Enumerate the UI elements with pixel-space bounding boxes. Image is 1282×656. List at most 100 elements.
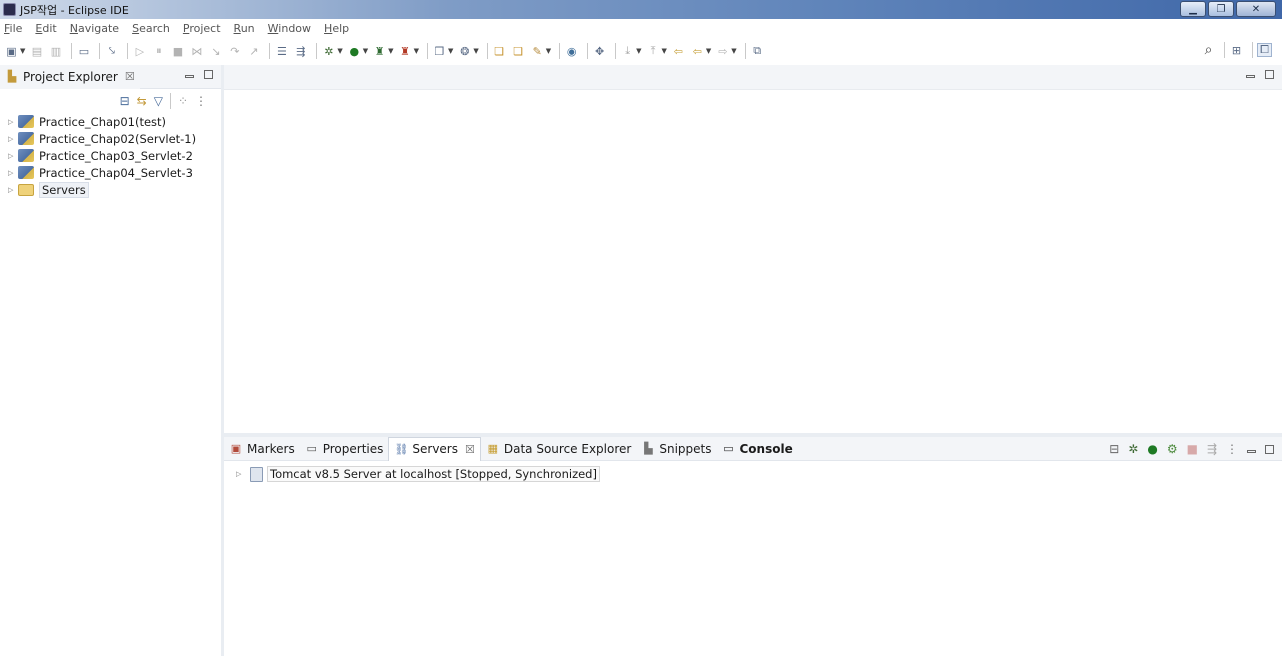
- focus-icon[interactable]: ⁘: [178, 94, 188, 108]
- close-icon[interactable]: ☒: [465, 443, 475, 456]
- expand-arrow-icon[interactable]: ▷: [8, 169, 18, 177]
- annotation-dropdown-icon[interactable]: ▼: [546, 47, 551, 55]
- back-icon[interactable]: ⇦: [690, 44, 705, 58]
- last-edit-dropdown-icon[interactable]: ▼: [636, 47, 641, 55]
- ant-icon[interactable]: ✥: [592, 44, 607, 58]
- last-edit-icon[interactable]: ⤓: [620, 44, 635, 58]
- new-package-icon[interactable]: ❂: [457, 44, 472, 58]
- forward-dropdown-icon[interactable]: ▼: [731, 47, 736, 55]
- new-icon[interactable]: ▣: [4, 44, 19, 58]
- tree-item[interactable]: ▷ Practice_Chap04_Servlet-3: [8, 164, 221, 181]
- minimize-view-icon[interactable]: [1247, 450, 1256, 453]
- previous-edit-dropdown-icon[interactable]: ▼: [662, 47, 667, 55]
- eclipse-app-icon[interactable]: [3, 3, 16, 16]
- next-annotation-icon[interactable]: ✎: [530, 44, 545, 58]
- menu-run[interactable]: Run: [234, 22, 255, 35]
- step-over-icon[interactable]: ↷: [227, 44, 242, 58]
- close-button[interactable]: ✕: [1236, 1, 1276, 17]
- save-icon[interactable]: ▤: [29, 44, 44, 58]
- new-package-dropdown-icon[interactable]: ▼: [473, 47, 478, 55]
- skip-breakpoints-icon[interactable]: ⤥: [104, 44, 119, 58]
- resume-icon[interactable]: ▷: [132, 44, 147, 58]
- web-project-icon: [18, 166, 34, 179]
- maximize-view-icon[interactable]: [204, 70, 213, 79]
- use-step-filters-icon[interactable]: ⇶: [293, 44, 308, 58]
- run-last-tool-icon[interactable]: ♜: [372, 44, 387, 58]
- minimize-button[interactable]: ▁: [1180, 1, 1206, 17]
- pin-editor-icon[interactable]: ⧉: [750, 44, 765, 58]
- tab-properties[interactable]: ▭ Properties: [300, 437, 389, 461]
- tab-project-explorer[interactable]: ▙ Project Explorer ☒: [0, 64, 140, 89]
- new-server-dropdown-icon[interactable]: ▼: [448, 47, 453, 55]
- server-tree-item[interactable]: ▷ Tomcat v8.5 Server at localhost [Stopp…: [224, 464, 1282, 484]
- previous-edit-icon[interactable]: ⤒: [646, 44, 661, 58]
- tab-snippets[interactable]: ▙ Snippets: [636, 437, 716, 461]
- drop-to-frame-icon[interactable]: ☰: [274, 44, 289, 58]
- maximize-view-icon[interactable]: [1265, 444, 1274, 454]
- minimize-view-icon[interactable]: [1246, 75, 1255, 78]
- expand-arrow-icon[interactable]: ▷: [8, 152, 18, 160]
- publish-icon[interactable]: ⇶: [1207, 442, 1217, 456]
- tab-console[interactable]: ▭ Console: [716, 437, 797, 461]
- menu-edit[interactable]: Edit: [35, 22, 56, 35]
- globe-icon[interactable]: ◉: [564, 44, 579, 58]
- menu-project[interactable]: Project: [183, 22, 221, 35]
- debug-server-icon[interactable]: ✲: [1128, 442, 1138, 456]
- menu-file[interactable]: File: [4, 22, 22, 35]
- maximize-view-icon[interactable]: [1265, 70, 1274, 79]
- run-dropdown-icon[interactable]: ▼: [363, 47, 368, 55]
- collapse-all-icon[interactable]: ⊟: [120, 94, 130, 108]
- open-perspective-icon[interactable]: ⊞: [1229, 43, 1244, 57]
- search-icon[interactable]: ⌕: [1201, 42, 1216, 58]
- coverage-dropdown-icon[interactable]: ▼: [414, 47, 419, 55]
- expand-arrow-icon[interactable]: ▷: [8, 186, 18, 194]
- view-menu-icon[interactable]: ⋮: [195, 94, 207, 108]
- filter-icon[interactable]: ▽: [154, 94, 163, 108]
- close-icon[interactable]: ☒: [125, 70, 135, 83]
- profile-server-icon[interactable]: ⚙: [1167, 442, 1178, 456]
- new-server-icon[interactable]: ❒: [432, 44, 447, 58]
- expand-arrow-icon[interactable]: ▷: [8, 135, 18, 143]
- tab-data-source-explorer[interactable]: ▦ Data Source Explorer: [481, 437, 636, 461]
- tree-item[interactable]: ▷ Practice_Chap01(test): [8, 113, 221, 130]
- new-dropdown-icon[interactable]: ▼: [20, 47, 25, 55]
- debug-icon[interactable]: ✲: [321, 44, 336, 58]
- menu-window[interactable]: Window: [268, 22, 311, 35]
- link-with-editor-icon[interactable]: ⇆: [137, 94, 147, 108]
- back-to-icon[interactable]: ⇦: [671, 44, 686, 58]
- forward-icon[interactable]: ⇨: [715, 44, 730, 58]
- tree-item[interactable]: ▷ Practice_Chap02(Servlet-1): [8, 130, 221, 147]
- menu-search[interactable]: Search: [132, 22, 170, 35]
- stop-server-icon[interactable]: ■: [1187, 442, 1198, 456]
- run-icon[interactable]: ●: [347, 44, 362, 58]
- java-ee-perspective-icon[interactable]: ⧠: [1257, 43, 1272, 57]
- collapse-all-icon[interactable]: ⊟: [1109, 442, 1119, 456]
- expand-arrow-icon[interactable]: ▷: [236, 470, 246, 478]
- minimize-view-icon[interactable]: [185, 75, 194, 78]
- project-explorer-header: ▙ Project Explorer ☒: [0, 64, 221, 89]
- run-last-tool-dropdown-icon[interactable]: ▼: [388, 47, 393, 55]
- back-dropdown-icon[interactable]: ▼: [706, 47, 711, 55]
- expand-arrow-icon[interactable]: ▷: [8, 118, 18, 126]
- open-type-icon[interactable]: ❏: [492, 44, 507, 58]
- tree-item[interactable]: ▷ Servers: [8, 181, 221, 198]
- suspend-icon[interactable]: ⏸: [151, 44, 166, 58]
- step-into-icon[interactable]: ↘: [208, 44, 223, 58]
- coverage-icon[interactable]: ♜: [398, 44, 413, 58]
- open-task-icon[interactable]: ❏: [511, 44, 526, 58]
- start-server-icon[interactable]: ●: [1147, 442, 1157, 456]
- menu-help[interactable]: Help: [324, 22, 349, 35]
- tab-servers[interactable]: ⛓ Servers ☒: [388, 436, 481, 461]
- debug-dropdown-icon[interactable]: ▼: [337, 47, 342, 55]
- menu-navigate[interactable]: Navigate: [70, 22, 119, 35]
- terminal-icon[interactable]: ▭: [76, 44, 91, 58]
- disconnect-icon[interactable]: ⋈: [189, 44, 204, 58]
- tab-markers[interactable]: ▣ Markers: [224, 437, 300, 461]
- terminate-icon[interactable]: ■: [170, 44, 185, 58]
- view-menu-icon[interactable]: ⋮: [1226, 442, 1238, 456]
- save-all-icon[interactable]: ▥: [48, 44, 63, 58]
- properties-icon: ▭: [306, 442, 317, 455]
- restore-button[interactable]: ❐: [1208, 1, 1234, 17]
- step-return-icon[interactable]: ↗: [246, 44, 261, 58]
- tree-item[interactable]: ▷ Practice_Chap03_Servlet-2: [8, 147, 221, 164]
